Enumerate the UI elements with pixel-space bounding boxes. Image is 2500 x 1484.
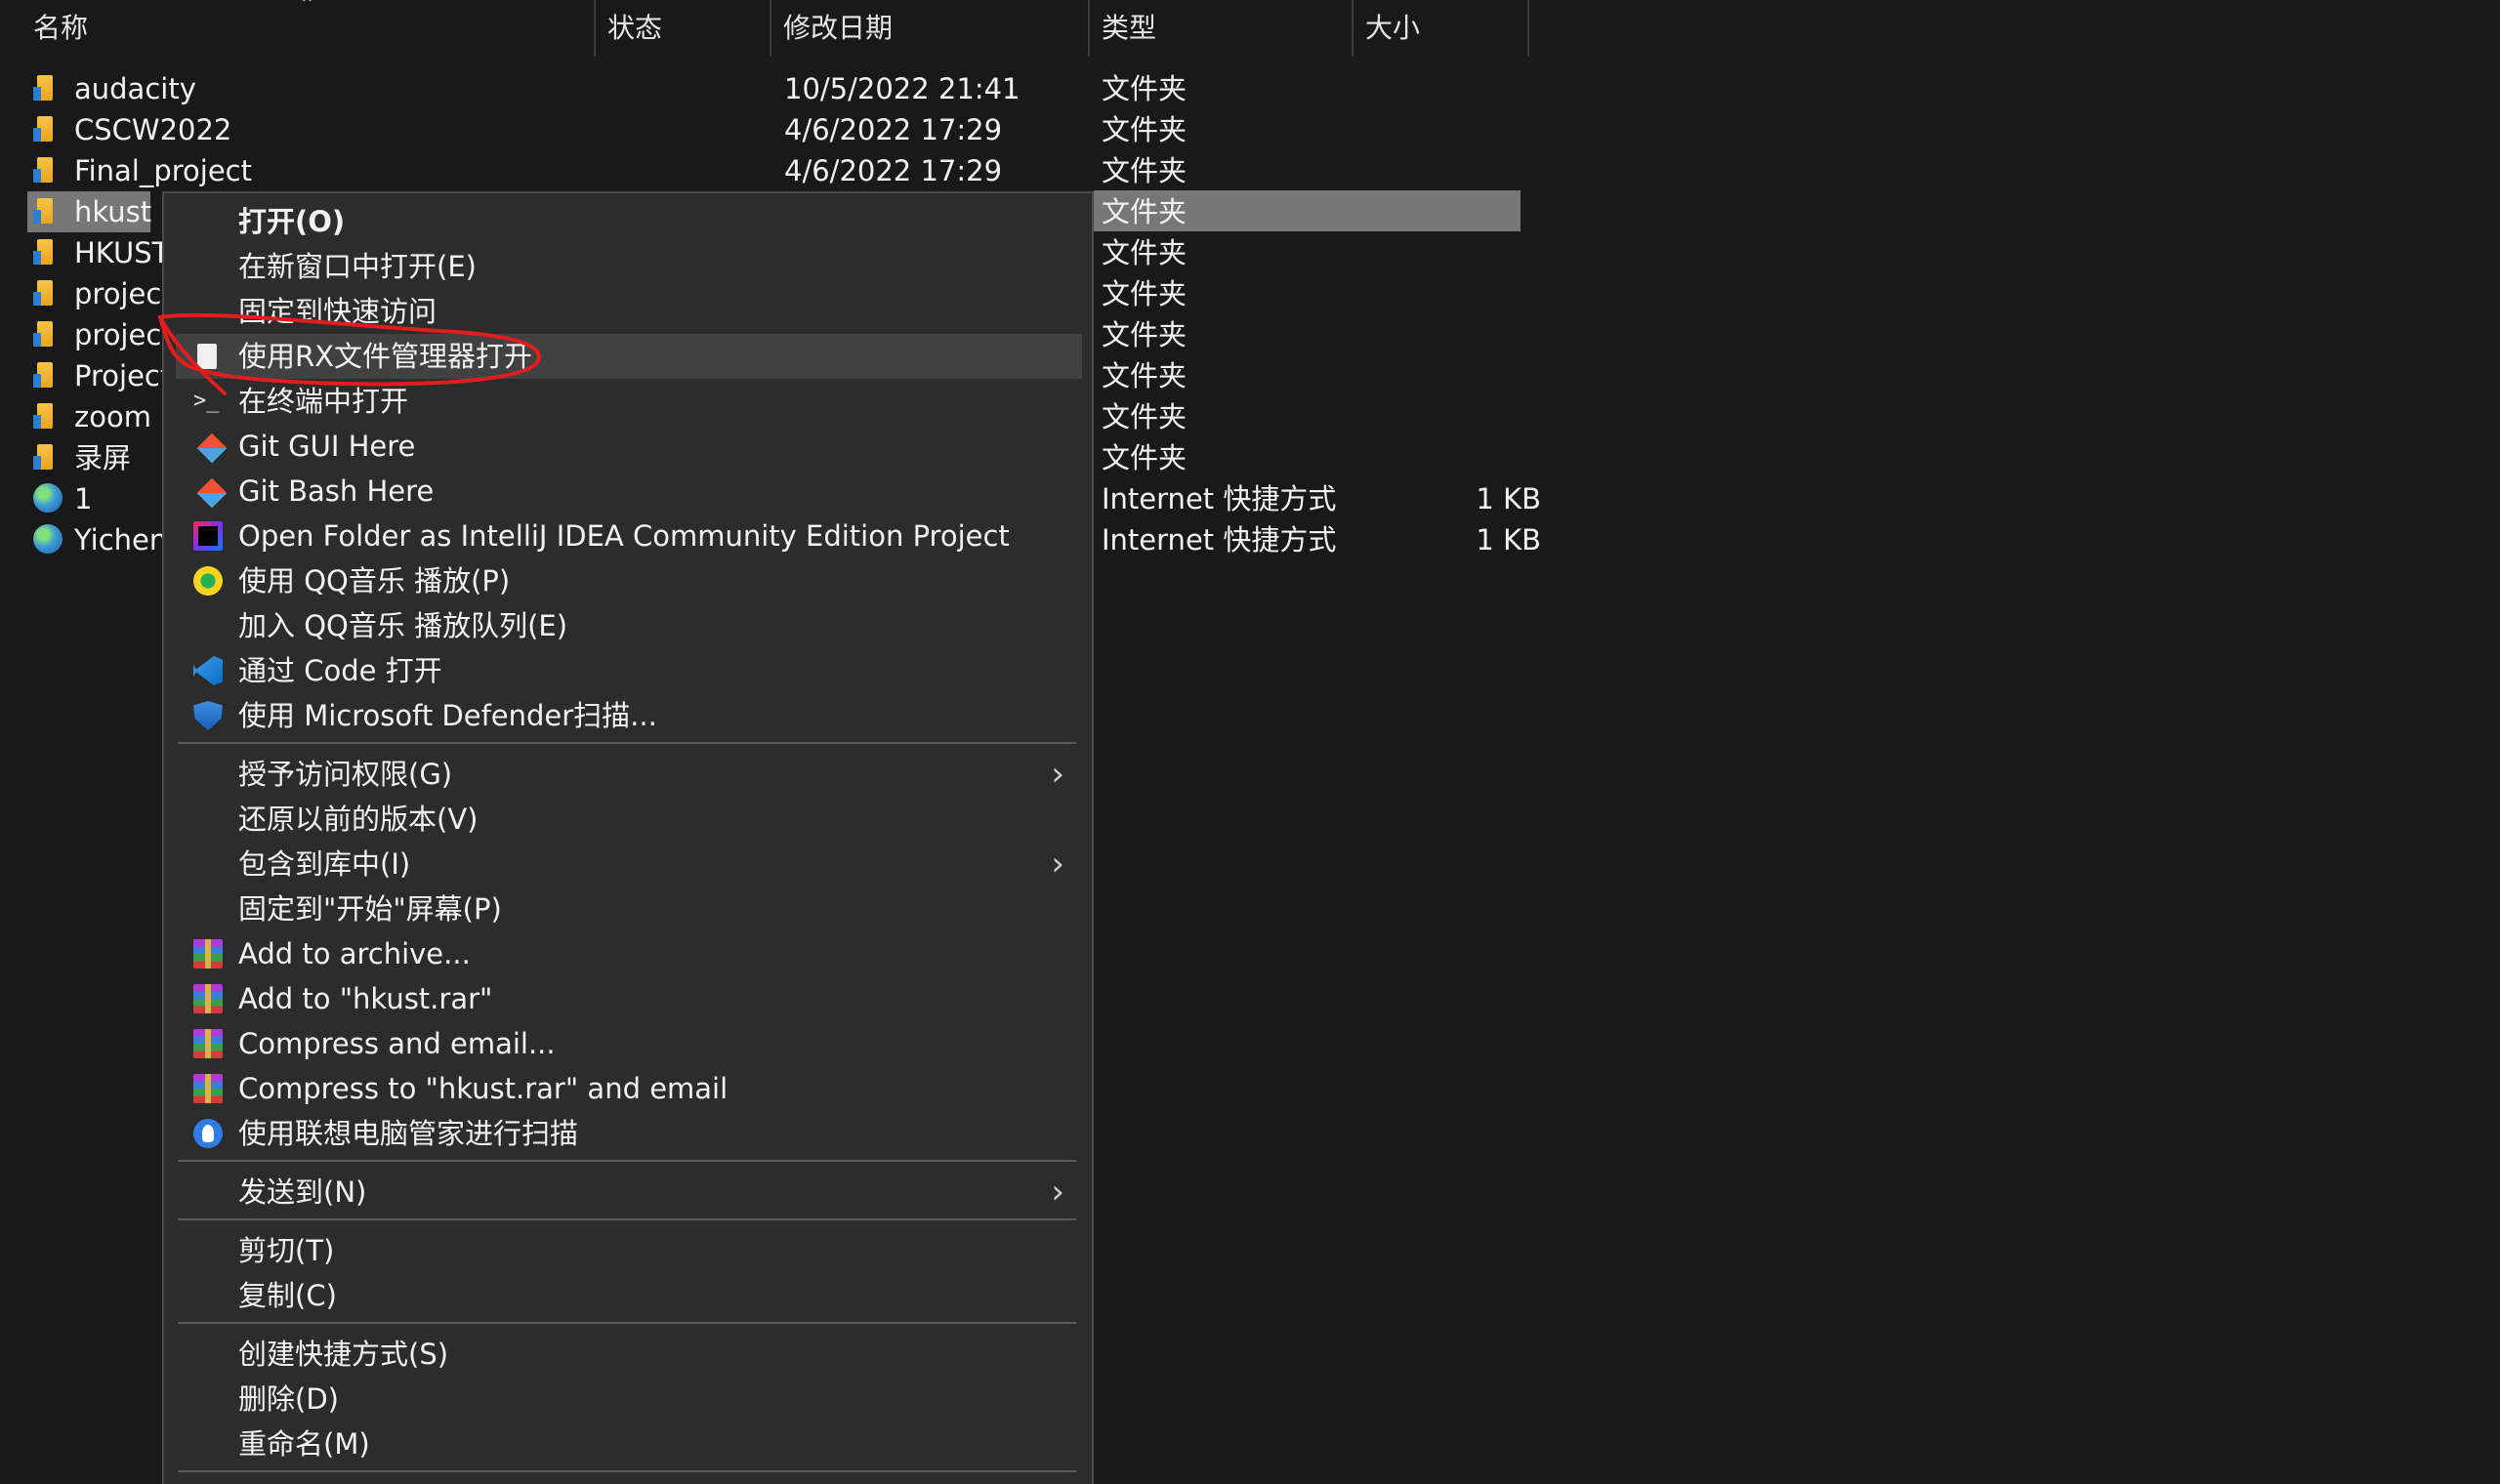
menu-item-git-gui[interactable]: Git GUI Here bbox=[176, 424, 1082, 469]
menu-item-open-new-window[interactable]: 在新窗口中打开(E) bbox=[176, 244, 1082, 289]
menu-item-cut[interactable]: 剪切(T) bbox=[176, 1228, 1082, 1273]
document-icon bbox=[197, 344, 217, 369]
file-type: 文件夹 bbox=[1102, 400, 1188, 433]
folder-icon bbox=[31, 116, 57, 144]
chevron-right-icon: › bbox=[1051, 755, 1064, 794]
folder-icon bbox=[31, 198, 57, 226]
menu-separator bbox=[178, 1218, 1076, 1220]
folder-icon bbox=[31, 444, 57, 472]
file-name: zoom r bbox=[74, 400, 173, 433]
file-name: projec bbox=[74, 318, 162, 351]
file-type: 文件夹 bbox=[1102, 113, 1188, 146]
file-name: 录屏 bbox=[74, 441, 132, 474]
menu-item-delete[interactable]: 删除(D) bbox=[176, 1377, 1082, 1422]
folder-icon bbox=[31, 362, 57, 390]
file-size: 1 KB bbox=[1476, 482, 1541, 515]
menu-item-send-to[interactable]: 发送到(N) › bbox=[176, 1170, 1082, 1215]
qq-music-icon bbox=[193, 566, 223, 596]
file-row-audacity[interactable]: audacity 10/5/2022 21:41 文件夹 bbox=[27, 68, 1521, 109]
winrar-icon bbox=[193, 1029, 223, 1058]
menu-item-qq-music-play[interactable]: 使用 QQ音乐 播放(P) bbox=[176, 558, 1082, 603]
sort-ascending-icon: ⌃ bbox=[299, 0, 315, 16]
winrar-icon bbox=[193, 1074, 223, 1103]
folder-icon bbox=[31, 403, 57, 431]
column-header-size[interactable]: 大小 bbox=[1354, 0, 1529, 57]
folder-icon bbox=[31, 321, 57, 349]
menu-item-open-rx-file-manager[interactable]: 使用RX文件管理器打开 bbox=[176, 334, 1082, 379]
menu-item-rename[interactable]: 重命名(M) bbox=[176, 1422, 1082, 1466]
file-type: 文件夹 bbox=[1102, 72, 1188, 105]
file-name: HKUST bbox=[74, 236, 170, 269]
menu-separator bbox=[178, 1160, 1076, 1162]
chevron-right-icon: › bbox=[1051, 845, 1064, 884]
menu-item-git-bash[interactable]: Git Bash Here bbox=[176, 469, 1082, 514]
git-icon bbox=[193, 474, 230, 512]
file-name: hkust bbox=[74, 195, 152, 228]
file-row-final-project[interactable]: Final_project 4/6/2022 17:29 文件夹 bbox=[27, 150, 1521, 191]
menu-separator bbox=[178, 1322, 1076, 1324]
menu-item-create-shortcut[interactable]: 创建快捷方式(S) bbox=[176, 1332, 1082, 1377]
menu-separator bbox=[178, 742, 1076, 744]
menu-item-restore-versions[interactable]: 还原以前的版本(V) bbox=[176, 797, 1082, 842]
folder-icon bbox=[31, 157, 57, 185]
file-type: 文件夹 bbox=[1102, 236, 1188, 269]
menu-item-open-terminal[interactable]: >_ 在终端中打开 bbox=[176, 379, 1082, 424]
winrar-icon bbox=[193, 984, 223, 1013]
file-type: 文件夹 bbox=[1102, 154, 1188, 187]
file-date: 4/6/2022 17:29 bbox=[784, 154, 1003, 187]
menu-item-open-with-code[interactable]: 通过 Code 打开 bbox=[176, 648, 1082, 693]
file-name: 1 bbox=[74, 482, 93, 515]
terminal-icon: >_ bbox=[193, 389, 220, 413]
intellij-icon bbox=[193, 521, 223, 551]
menu-item-defender-scan[interactable]: 使用 Microsoft Defender扫描... bbox=[176, 693, 1082, 738]
menu-item-lenovo-scan[interactable]: 使用联想电脑管家进行扫描 bbox=[176, 1111, 1082, 1156]
column-header-type[interactable]: 类型 bbox=[1090, 0, 1354, 57]
file-name: audacity bbox=[74, 72, 196, 105]
column-header-status[interactable]: 状态 bbox=[596, 0, 771, 57]
globe-icon bbox=[31, 524, 62, 554]
menu-item-compress-hkust-email[interactable]: Compress to "hkust.rar" and email bbox=[176, 1066, 1082, 1111]
context-menu: 打开(O) 在新窗口中打开(E) 固定到快速访问 使用RX文件管理器打开 >_ … bbox=[162, 191, 1094, 1484]
menu-item-add-to-archive[interactable]: Add to archive... bbox=[176, 931, 1082, 976]
menu-item-pin-quick-access[interactable]: 固定到快速访问 bbox=[176, 289, 1082, 334]
folder-icon bbox=[31, 239, 57, 267]
menu-item-open-intellij[interactable]: Open Folder as IntelliJ IDEA Community E… bbox=[176, 514, 1082, 558]
menu-item-open[interactable]: 打开(O) bbox=[176, 199, 1082, 244]
file-name: CSCW2022 bbox=[74, 113, 232, 146]
menu-item-copy[interactable]: 复制(C) bbox=[176, 1273, 1082, 1318]
menu-item-add-to-hkust-rar[interactable]: Add to "hkust.rar" bbox=[176, 976, 1082, 1021]
file-size: 1 KB bbox=[1476, 523, 1541, 556]
menu-item-qq-music-queue[interactable]: 加入 QQ音乐 播放队列(E) bbox=[176, 603, 1082, 648]
file-name: Project bbox=[74, 359, 172, 392]
file-type: Internet 快捷方式 bbox=[1102, 523, 1337, 556]
file-type: 文件夹 bbox=[1102, 195, 1188, 228]
menu-item-grant-access[interactable]: 授予访问权限(G) › bbox=[176, 752, 1082, 797]
file-type: 文件夹 bbox=[1102, 318, 1188, 351]
file-name: project bbox=[74, 277, 173, 310]
file-row-cscw2022[interactable]: CSCW2022 4/6/2022 17:29 文件夹 bbox=[27, 109, 1521, 150]
menu-item-compress-email[interactable]: Compress and email... bbox=[176, 1021, 1082, 1066]
defender-icon bbox=[193, 701, 223, 730]
file-type: 文件夹 bbox=[1102, 441, 1188, 474]
file-date: 10/5/2022 21:41 bbox=[784, 72, 1021, 105]
file-name: Final_project bbox=[74, 154, 252, 187]
winrar-icon bbox=[193, 939, 223, 969]
lenovo-icon bbox=[193, 1119, 223, 1148]
file-explorer-window: 名称 ⌃ 状态 修改日期 类型 大小 audacity 10/5/2022 21… bbox=[0, 0, 2500, 1484]
column-header-date-modified[interactable]: 修改日期 bbox=[771, 0, 1090, 57]
folder-icon bbox=[31, 75, 57, 103]
globe-icon bbox=[31, 483, 62, 513]
file-type: Internet 快捷方式 bbox=[1102, 482, 1337, 515]
folder-icon bbox=[31, 280, 57, 308]
chevron-right-icon: › bbox=[1051, 1173, 1064, 1212]
menu-item-pin-start[interactable]: 固定到"开始"屏幕(P) bbox=[176, 886, 1082, 931]
file-date: 4/6/2022 17:29 bbox=[784, 113, 1003, 146]
file-type: 文件夹 bbox=[1102, 359, 1188, 392]
vscode-icon bbox=[193, 656, 223, 685]
menu-item-include-library[interactable]: 包含到库中(I) › bbox=[176, 842, 1082, 886]
file-type: 文件夹 bbox=[1102, 277, 1188, 310]
menu-separator bbox=[178, 1470, 1076, 1472]
file-name: Yichen bbox=[74, 523, 168, 556]
git-icon bbox=[193, 430, 230, 467]
